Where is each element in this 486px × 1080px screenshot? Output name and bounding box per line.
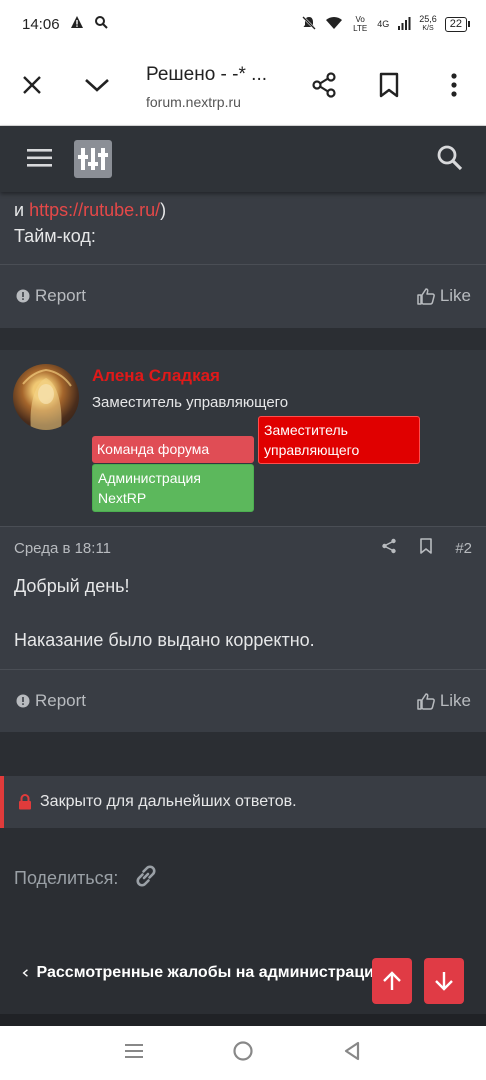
close-icon (23, 76, 41, 94)
logo-icon (78, 148, 108, 170)
share-icon (312, 72, 336, 98)
parent-forum-link[interactable]: Рассмотренные жалобы на администраци (22, 964, 374, 982)
network-type: 4G (377, 19, 390, 29)
thread-locked-notice: Закрыто для дальнейших ответов. (0, 776, 486, 828)
report-label-2: Report (35, 691, 87, 710)
net-speed-unit: K/S (422, 25, 434, 32)
recents-icon (125, 1043, 143, 1058)
post-number[interactable]: #2 (455, 540, 472, 557)
share-label: Поделиться: (14, 868, 119, 888)
page-bottom-strip (0, 1014, 486, 1026)
net-speed: 25,6 K/S (419, 15, 437, 33)
menu-button[interactable] (437, 68, 471, 102)
battery-icon: 22 (444, 16, 470, 32)
post-bookmark-icon[interactable] (419, 538, 433, 558)
timecode-label: Тайм-код: (14, 226, 96, 246)
post-date[interactable]: Среда в 18:11 (14, 540, 111, 557)
locked-message: Закрыто для дальнейших ответов. (40, 793, 297, 810)
link-suffix: ) (160, 200, 167, 220)
warning-icon (70, 15, 84, 33)
search-icon (437, 145, 463, 171)
username[interactable]: Алена Сладкая (92, 366, 220, 386)
link-prefix: и (14, 200, 30, 220)
scroll-bottom-button[interactable] (424, 958, 464, 1004)
user-title: Заместитель управляющего (92, 394, 289, 411)
close-tab-button[interactable] (15, 68, 49, 102)
net-speed-value: 25,6 (419, 14, 437, 24)
bookmark-button[interactable] (372, 68, 406, 102)
hamburger-menu-button[interactable] (26, 146, 54, 170)
chevron-down-icon (85, 79, 109, 92)
report-label: Report (35, 286, 87, 305)
like-button-2[interactable]: Like (417, 691, 471, 711)
scroll-top-button[interactable] (372, 958, 412, 1004)
battery-level: 22 (444, 16, 467, 32)
arrow-up-icon (383, 971, 401, 990)
post-1-links-line: и https://rutube.ru/) (14, 200, 166, 221)
bookmark-icon (379, 72, 399, 98)
post-tools: #2 (381, 538, 472, 558)
volte-label: Vo LTE (353, 15, 368, 33)
post-1-divider (0, 264, 486, 265)
lock-icon (19, 794, 31, 810)
badge-deputy-manager: Заместитель управляющего (258, 416, 420, 464)
page-domain[interactable]: forum.nextrp.ru (146, 94, 241, 110)
report-icon (16, 694, 30, 708)
chevron-left-icon (22, 969, 28, 977)
badge-administration: Администрация NextRP (92, 464, 254, 512)
status-bar: 14:06 Vo LTE 4G 25,6 K/S 22 (0, 0, 486, 48)
user-block-divider (0, 526, 486, 527)
user-info-block: Алена Сладкая Заместитель управляющего З… (0, 350, 486, 526)
wifi-icon (325, 16, 343, 33)
post-share-icon[interactable] (381, 538, 397, 558)
link-icon[interactable] (132, 862, 160, 895)
report-button[interactable]: Report (16, 286, 86, 306)
home-icon (233, 1040, 253, 1061)
status-time: 14:06 (22, 15, 60, 33)
signal-icon (397, 16, 411, 33)
site-header (0, 126, 486, 192)
like-label-2: Like (439, 691, 471, 710)
arrow-down-icon (435, 972, 453, 991)
collapse-button[interactable] (80, 68, 114, 102)
post-greeting: Добрый день! (14, 576, 130, 596)
thumbs-up-icon (417, 288, 435, 305)
back-button[interactable] (342, 1040, 362, 1067)
report-icon (16, 289, 30, 303)
rutube-link[interactable]: https://rutube.ru/ (29, 200, 160, 220)
recent-apps-button[interactable] (124, 1042, 144, 1065)
mute-icon (301, 15, 317, 34)
browser-toolbar: Решено - -* ... forum.nextrp.ru (0, 48, 486, 126)
avatar[interactable] (13, 364, 79, 430)
badge-forum-team: Команда форума (92, 436, 254, 463)
back-icon (344, 1041, 360, 1060)
post-2-divider (0, 669, 486, 670)
footer-nav: Рассмотренные жалобы на администраци (0, 936, 486, 1016)
site-logo[interactable] (74, 140, 112, 178)
post-1: и https://rutube.ru/) Тайм-код: Report L… (0, 182, 486, 328)
share-button[interactable] (307, 68, 341, 102)
page-content: и https://rutube.ru/) Тайм-код: Report L… (0, 126, 486, 1026)
thumbs-up-icon (417, 693, 435, 710)
report-button-2[interactable]: Report (16, 691, 86, 711)
post-body: Наказание было выдано корректно. (14, 630, 315, 650)
system-nav-bar (0, 1026, 486, 1080)
hamburger-icon (27, 149, 52, 167)
post-2: Алена Сладкая Заместитель управляющего З… (0, 350, 486, 732)
parent-forum-label: Рассмотренные жалобы на администраци (36, 964, 374, 981)
more-vertical-icon (451, 73, 457, 97)
page-title[interactable]: Решено - -* ... (146, 64, 267, 86)
search-notification-icon (94, 15, 108, 33)
share-row: Поделиться: (14, 862, 160, 895)
like-button[interactable]: Like (417, 286, 471, 306)
home-button[interactable] (232, 1040, 254, 1067)
search-button[interactable] (436, 144, 464, 172)
like-label: Like (439, 286, 471, 305)
